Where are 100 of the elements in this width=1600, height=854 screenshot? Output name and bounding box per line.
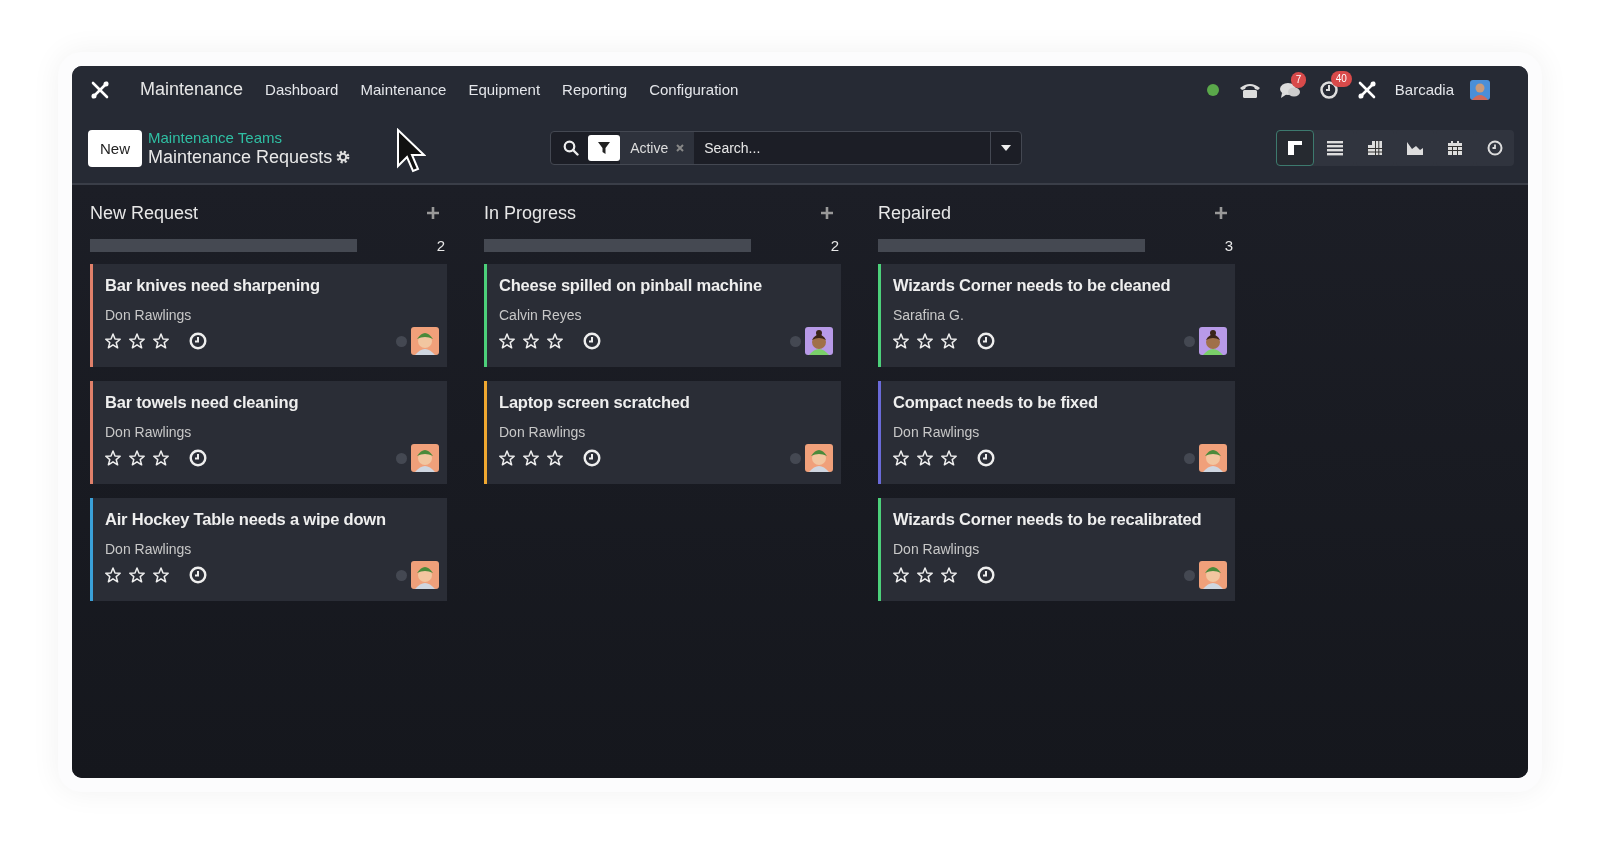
star-icon[interactable] [547,450,563,466]
status-dot[interactable] [1184,335,1195,347]
priority-stars[interactable] [105,450,169,466]
add-icon[interactable] [821,207,833,219]
star-icon[interactable] [129,567,145,583]
star-icon[interactable] [129,450,145,466]
kanban-card[interactable]: Wizards Corner needs to be cleaned Sarafina G. [878,264,1235,367]
status-dot[interactable] [396,569,407,581]
filter-toggle[interactable] [588,135,621,161]
star-icon[interactable] [941,450,957,466]
kanban-card[interactable]: Bar towels need cleaning Don Rawlings [90,381,447,484]
add-icon[interactable] [427,207,439,219]
search-bar[interactable]: Active Search... [550,131,1023,165]
menu-item[interactable]: Dashboard [265,81,339,98]
priority-stars[interactable] [499,450,563,466]
star-icon[interactable] [917,567,933,583]
card-title: Air Hockey Table needs a wipe down [105,510,387,529]
star-icon[interactable] [893,333,909,349]
priority-stars[interactable] [105,333,169,349]
kanban-card[interactable]: Cheese spilled on pinball machine Calvin Reyes [484,264,841,367]
menu-item[interactable]: Configuration [649,81,739,98]
status-dot[interactable] [1184,569,1195,581]
clock-icon[interactable] [189,566,207,584]
tools-icon[interactable] [90,79,110,100]
kanban-card[interactable]: Wizards Corner needs to be recalibrated Don Rawlings [878,498,1235,601]
clock-icon[interactable] [189,332,207,350]
new-button[interactable]: New [88,129,142,167]
close-icon[interactable] [676,144,685,152]
priority-stars[interactable] [105,567,169,583]
status-dot[interactable] [1184,452,1195,464]
card-title: Cheese spilled on pinball machine [499,276,763,295]
assignee-name: Don Rawlings [105,541,193,557]
clock-icon[interactable] [189,449,207,467]
assignee-name: Calvin Reyes [499,307,583,323]
card-title: Laptop screen scratched [499,393,691,412]
assignee-name: Don Rawlings [893,424,981,440]
star-icon[interactable] [893,567,909,583]
star-icon[interactable] [153,450,169,466]
caret-icon [1001,145,1012,151]
list-icon [1327,140,1343,156]
star-icon[interactable] [893,450,909,466]
kanban-card[interactable]: Laptop screen scratched Don Rawlings [484,381,841,484]
status-dot[interactable] [396,452,407,464]
kanban-card[interactable]: Compact needs to be fixed Don Rawlings [878,381,1235,484]
search-icon[interactable] [563,140,580,156]
assignee-name: Don Rawlings [499,424,587,440]
star-icon[interactable] [941,333,957,349]
priority-stars[interactable] [893,567,957,583]
star-icon[interactable] [105,567,121,583]
column-title: In Progress [484,202,577,224]
calendar-icon [1447,140,1463,156]
pivot-icon [1367,140,1383,156]
clock-icon[interactable] [977,332,995,350]
priority-stars[interactable] [893,450,957,466]
menu-item[interactable]: Reporting [562,81,628,98]
clock-icon[interactable] [583,332,601,350]
star-icon[interactable] [499,450,515,466]
notification-badge: 7 [1290,71,1307,88]
clock-icon[interactable] [977,566,995,584]
filter-facet[interactable]: Active [620,132,695,164]
activity-icon [1487,140,1503,156]
facet-label: Active [630,140,669,156]
status-dot[interactable] [790,335,801,347]
user-avatar[interactable] [1470,79,1490,100]
status-dot[interactable] [396,335,407,347]
breadcrumb-link[interactable]: Maintenance Teams [148,129,351,147]
card-title: Compact needs to be fixed [893,393,1099,412]
app-name[interactable]: Maintenance [140,79,244,100]
star-icon[interactable] [917,450,933,466]
star-icon[interactable] [523,450,539,466]
star-icon[interactable] [153,567,169,583]
menu-item[interactable]: Equipment [468,81,541,98]
menu-item[interactable]: Maintenance [360,81,447,98]
add-icon[interactable] [1215,207,1227,219]
tools-icon[interactable] [1356,79,1377,100]
star-icon[interactable] [941,567,957,583]
star-icon[interactable] [153,333,169,349]
card-title: Bar towels need cleaning [105,393,300,412]
priority-stars[interactable] [499,333,563,349]
star-icon[interactable] [105,333,121,349]
kanban-view-button[interactable] [1276,130,1314,166]
kanban-card[interactable]: Air Hockey Table needs a wipe down Don Rawlings [90,498,447,601]
record-count: 3 [1224,237,1233,254]
star-icon[interactable] [547,333,563,349]
graph-icon [1407,140,1423,156]
kanban-card[interactable]: Bar knives need sharpening Don Rawlings [90,264,447,367]
status-dot[interactable] [790,452,801,464]
search-input[interactable]: Search... [694,140,991,156]
settings-icon[interactable] [336,150,351,164]
clock-icon[interactable] [977,449,995,467]
star-icon[interactable] [129,333,145,349]
priority-stars[interactable] [893,333,957,349]
card-title: Wizards Corner needs to be cleaned [893,276,1172,295]
company-name[interactable]: Barcadia [1394,81,1454,98]
star-icon[interactable] [523,333,539,349]
card-title: Bar knives need sharpening [105,276,321,295]
star-icon[interactable] [105,450,121,466]
star-icon[interactable] [917,333,933,349]
clock-icon[interactable] [583,449,601,467]
star-icon[interactable] [499,333,515,349]
